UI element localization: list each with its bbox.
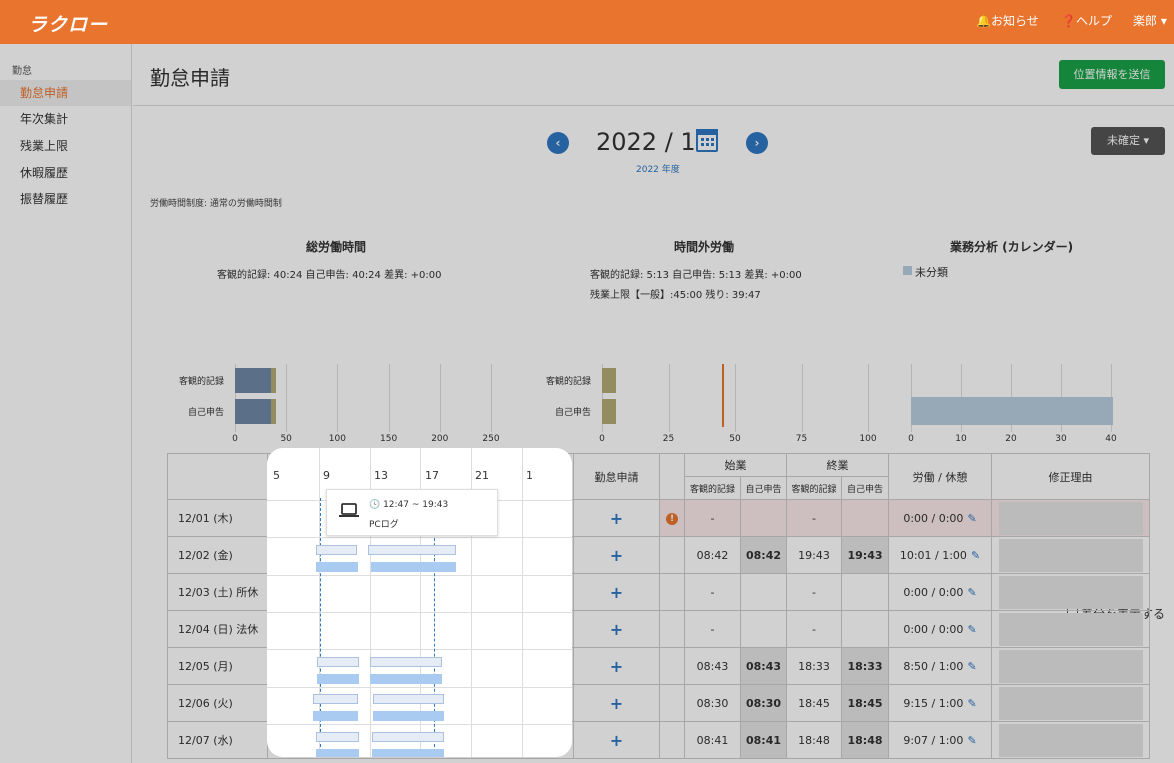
pc-log-segment[interactable] (316, 562, 358, 572)
pc-log-tooltip: 🕓 12:47 ~ 19:43 PCログ (326, 489, 498, 536)
app-logo[interactable]: ラクロー (28, 10, 108, 37)
user-menu[interactable]: 楽郎 ▾ (1133, 12, 1167, 29)
hour-label: 21 (475, 469, 489, 482)
hour-label: 9 (323, 469, 330, 482)
work-segment[interactable] (316, 545, 357, 555)
pc-log-segment[interactable] (313, 711, 358, 721)
pc-log-segment[interactable] (372, 749, 444, 757)
pc-log-segment[interactable] (316, 749, 359, 757)
hour-label: 17 (425, 469, 439, 482)
laptop-icon (339, 503, 359, 517)
work-segment[interactable] (373, 694, 444, 704)
hour-label: 1 (526, 469, 533, 482)
tooltip-label: PCログ (369, 520, 399, 530)
pc-log-segment[interactable] (317, 674, 359, 684)
work-segment[interactable] (313, 694, 358, 704)
work-segment[interactable] (316, 732, 359, 742)
dim-overlay (0, 44, 1174, 763)
work-segment[interactable] (368, 545, 456, 555)
help-link[interactable]: ❓ヘルプ (1061, 12, 1112, 29)
work-segment[interactable] (372, 732, 444, 742)
pc-log-segment[interactable] (371, 562, 456, 572)
pc-log-segment[interactable] (373, 711, 444, 721)
work-segment[interactable] (317, 657, 359, 667)
hour-label: 5 (273, 469, 280, 482)
work-segment[interactable] (370, 657, 442, 667)
notifications-link[interactable]: 🔔お知らせ (976, 12, 1039, 29)
hour-label: 13 (374, 469, 388, 482)
tooltip-time: 🕓 12:47 ~ 19:43 (369, 500, 449, 510)
timeline-zoom: 5 9 13 17 21 1 🕓 12:47 ~ 19:43 PCログ (267, 448, 572, 757)
top-bar: ラクロー 🔔お知らせ ❓ヘルプ 楽郎 ▾ (0, 0, 1174, 44)
pc-log-segment[interactable] (370, 674, 442, 684)
